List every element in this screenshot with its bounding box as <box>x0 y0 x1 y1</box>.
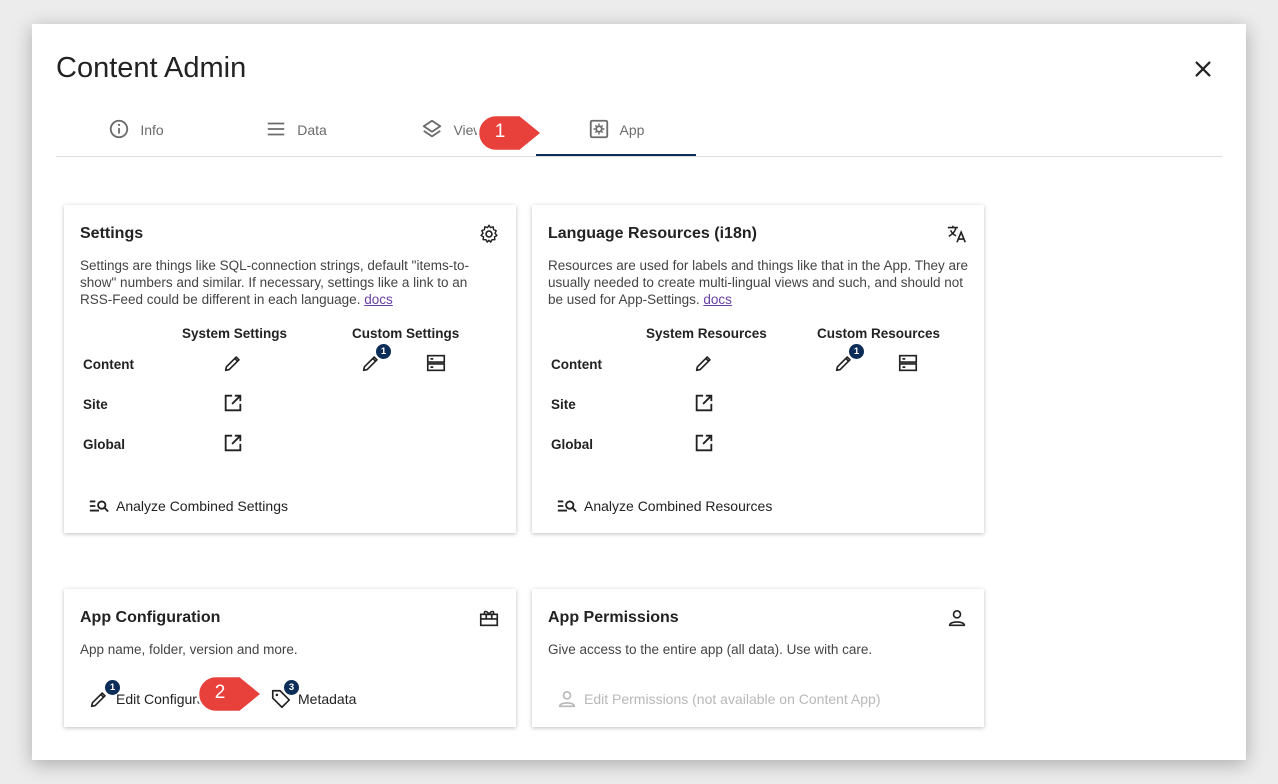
edit-permissions-label: Edit Permissions (not available on Conte… <box>584 691 881 707</box>
edit-pencil-icon[interactable] <box>693 352 715 374</box>
count-badge: 1 <box>105 680 120 695</box>
app-configuration-card: App Configuration App name, folder, vers… <box>64 589 516 727</box>
card-title: App Permissions <box>548 609 679 626</box>
gear-icon <box>480 224 498 243</box>
settings-description-text: Settings are things like SQL-connection … <box>80 258 469 307</box>
card-description: Settings are things like SQL-connection … <box>80 257 500 308</box>
analyze-settings-label: Analyze Combined Settings <box>116 498 288 514</box>
settings-docs-link[interactable]: docs <box>364 292 393 307</box>
column-header-system: System Resources <box>646 326 767 341</box>
callout-number: 2 <box>214 682 226 703</box>
card-title: App Configuration <box>80 609 221 626</box>
manage-search-icon <box>89 500 109 513</box>
tab-data[interactable]: Data <box>216 120 376 156</box>
language-resources-card: Language Resources (i18n) Resources are … <box>532 205 984 533</box>
row-label-content: Content <box>551 357 602 372</box>
count-badge: 1 <box>849 344 864 359</box>
open-in-new-icon[interactable] <box>693 432 715 454</box>
storage-icon[interactable] <box>425 352 447 374</box>
card-description: App name, folder, version and more. <box>80 642 298 657</box>
person-icon <box>558 691 576 708</box>
column-header-system: System Settings <box>182 326 288 341</box>
card-title: Settings <box>80 225 144 242</box>
metadata-button[interactable]: Metadata <box>270 688 356 710</box>
count-badge: 3 <box>284 680 299 695</box>
tab-label: Data <box>297 122 327 138</box>
resources-description-text: Resources are used for labels and things… <box>548 258 969 307</box>
storage-icon[interactable] <box>897 352 919 374</box>
callout-number: 1 <box>494 121 506 142</box>
row-label-global: Global <box>83 437 126 452</box>
close-icon[interactable] <box>1192 58 1214 80</box>
app-permissions-card: App Permissions Give access to the entir… <box>532 589 984 727</box>
tab-bar: Info Data Views App <box>56 119 1222 157</box>
content-admin-dialog: Content Admin Info Data Views App 1 Sett… <box>32 24 1246 760</box>
app-settings-icon <box>589 119 608 139</box>
manage-search-icon <box>557 500 577 513</box>
step-callout-1: 1 <box>476 113 544 153</box>
row-label-site: Site <box>551 397 576 412</box>
metadata-label: Metadata <box>298 691 357 707</box>
tab-label: App <box>619 122 645 138</box>
open-in-new-icon[interactable] <box>693 392 715 414</box>
card-title: Language Resources (i18n) <box>548 225 757 242</box>
analyze-resources-label: Analyze Combined Resources <box>584 498 773 514</box>
tab-label: Info <box>140 122 164 138</box>
tab-app[interactable]: App <box>536 119 696 156</box>
person-icon <box>948 610 966 627</box>
card-description: Resources are used for labels and things… <box>548 257 968 308</box>
edit-permissions-button: Edit Permissions (not available on Conte… <box>556 688 881 710</box>
row-label-global: Global <box>551 437 594 452</box>
app-gift-icon <box>479 610 499 627</box>
analyze-resources-button[interactable]: Analyze Combined Resources <box>556 495 772 517</box>
open-in-new-icon[interactable] <box>222 432 244 454</box>
translate-icon <box>947 225 967 243</box>
edit-pencil-icon[interactable] <box>222 352 244 374</box>
row-label-content: Content <box>83 357 134 372</box>
count-badge: 1 <box>376 344 391 359</box>
step-callout-2: 2 <box>196 674 264 714</box>
list-icon <box>267 122 285 136</box>
tab-info[interactable]: Info <box>56 119 216 156</box>
resources-docs-link[interactable]: docs <box>703 292 732 307</box>
column-header-custom: Custom Settings <box>352 326 460 341</box>
analyze-settings-button[interactable]: Analyze Combined Settings <box>88 495 288 517</box>
open-in-new-icon[interactable] <box>222 392 244 414</box>
card-description: Give access to the entire app (all data)… <box>548 642 873 657</box>
settings-card: Settings Settings are things like SQL-co… <box>64 205 516 533</box>
row-label-site: Site <box>83 397 108 412</box>
layers-icon <box>423 119 442 138</box>
dialog-title: Content Admin <box>56 52 247 84</box>
column-header-custom: Custom Resources <box>817 326 941 341</box>
info-icon <box>110 119 129 139</box>
